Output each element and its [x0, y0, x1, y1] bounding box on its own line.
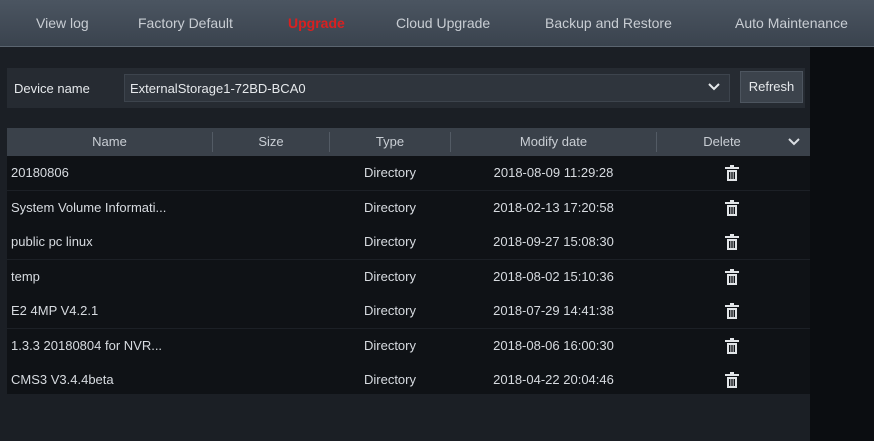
- right-side-pane: [810, 47, 874, 441]
- trash-icon[interactable]: [724, 165, 740, 181]
- file-type-cell: Directory: [363, 268, 416, 284]
- modify-date-cell: 2018-04-22 20:04:46: [493, 372, 614, 387]
- file-name-cell: temp: [11, 268, 40, 284]
- file-name-cell: 20180806: [11, 165, 69, 180]
- tab-backup-and-restore[interactable]: Backup and Restore: [545, 0, 672, 46]
- tab-upgrade[interactable]: Upgrade: [288, 0, 345, 46]
- file-size-cell: [213, 225, 329, 259]
- file-type-cell: Directory: [363, 337, 416, 353]
- device-name-value: ExternalStorage1-72BD-BCA0: [130, 81, 306, 96]
- modify-date-cell: 2018-09-27 15:08:30: [493, 234, 614, 249]
- top-tab-bar: View log Factory Default Upgrade Cloud U…: [0, 0, 874, 47]
- file-size-cell: [213, 156, 329, 190]
- column-header-name[interactable]: Name: [7, 128, 212, 156]
- tab-cloud-upgrade[interactable]: Cloud Upgrade: [396, 0, 490, 46]
- column-header-delete[interactable]: Delete: [657, 128, 787, 156]
- column-header-type[interactable]: Type: [330, 128, 450, 156]
- trash-icon[interactable]: [724, 337, 740, 354]
- tab-view-log[interactable]: View log: [36, 0, 89, 46]
- tab-auto-maintenance[interactable]: Auto Maintenance: [735, 0, 848, 46]
- table-empty-row: [7, 394, 810, 433]
- file-name-cell: E2 4MP V4.2.1: [11, 303, 99, 318]
- modify-date-cell: 2018-08-06 16:00:30: [493, 337, 614, 353]
- file-table: Name Size Type Modify date Delete 201808…: [7, 128, 810, 433]
- file-size-cell: [213, 294, 329, 328]
- modify-date-cell: 2018-02-13 17:20:58: [493, 199, 614, 215]
- file-size-cell: [213, 260, 329, 294]
- modify-date-cell: 2018-08-02 15:10:36: [493, 268, 614, 284]
- file-type-cell: Directory: [363, 199, 416, 215]
- table-row[interactable]: 1.3.3 20180804 for NVR... Directory 2018-0…: [7, 328, 810, 364]
- refresh-button[interactable]: Refresh: [740, 71, 803, 103]
- table-row[interactable]: temp Directory 2018-08-02 15:10:36: [7, 259, 810, 295]
- file-name-cell: public pc linux: [11, 234, 93, 249]
- trash-icon[interactable]: [724, 303, 740, 319]
- file-size-cell: [213, 329, 329, 363]
- device-name-select[interactable]: ExternalStorage1-72BD-BCA0: [124, 74, 730, 102]
- table-row[interactable]: System Volume Informati... Directory 2018-…: [7, 190, 810, 226]
- file-type-cell: Directory: [363, 165, 416, 180]
- modify-date-cell: 2018-08-09 11:29:28: [493, 165, 614, 180]
- table-row[interactable]: public pc linux Directory 2018-09-27 15:08…: [7, 225, 810, 260]
- file-type-cell: Directory: [363, 234, 416, 249]
- column-header-size[interactable]: Size: [213, 128, 329, 156]
- chevron-down-icon: [708, 83, 720, 91]
- file-size-cell: [213, 191, 329, 225]
- file-name-cell: 1.3.3 20180804 for NVR...: [11, 337, 163, 353]
- trash-icon[interactable]: [724, 372, 740, 388]
- chevron-down-icon[interactable]: [787, 135, 801, 149]
- device-name-label: Device name: [14, 81, 90, 96]
- table-header: Name Size Type Modify date Delete: [7, 128, 810, 156]
- file-size-cell: [213, 363, 329, 397]
- file-name-cell: CMS3 V3.4.4beta: [11, 372, 114, 387]
- table-row[interactable]: E2 4MP V4.2.1 Directory 2018-07-29 14:41:3…: [7, 294, 810, 329]
- tab-factory-default[interactable]: Factory Default: [138, 0, 233, 46]
- trash-icon[interactable]: [724, 199, 740, 216]
- table-row[interactable]: CMS3 V3.4.4beta Directory 2018-04-22 20:04…: [7, 363, 810, 398]
- table-row[interactable]: 20180806 Directory 2018-08-09 11:29:28: [7, 156, 810, 191]
- trash-icon[interactable]: [724, 268, 740, 285]
- column-header-modify-date[interactable]: Modify date: [451, 128, 656, 156]
- file-type-cell: Directory: [363, 372, 416, 387]
- file-name-cell: System Volume Informati...: [11, 199, 167, 215]
- modify-date-cell: 2018-07-29 14:41:38: [493, 303, 614, 318]
- file-type-cell: Directory: [363, 303, 416, 318]
- trash-icon[interactable]: [724, 234, 740, 250]
